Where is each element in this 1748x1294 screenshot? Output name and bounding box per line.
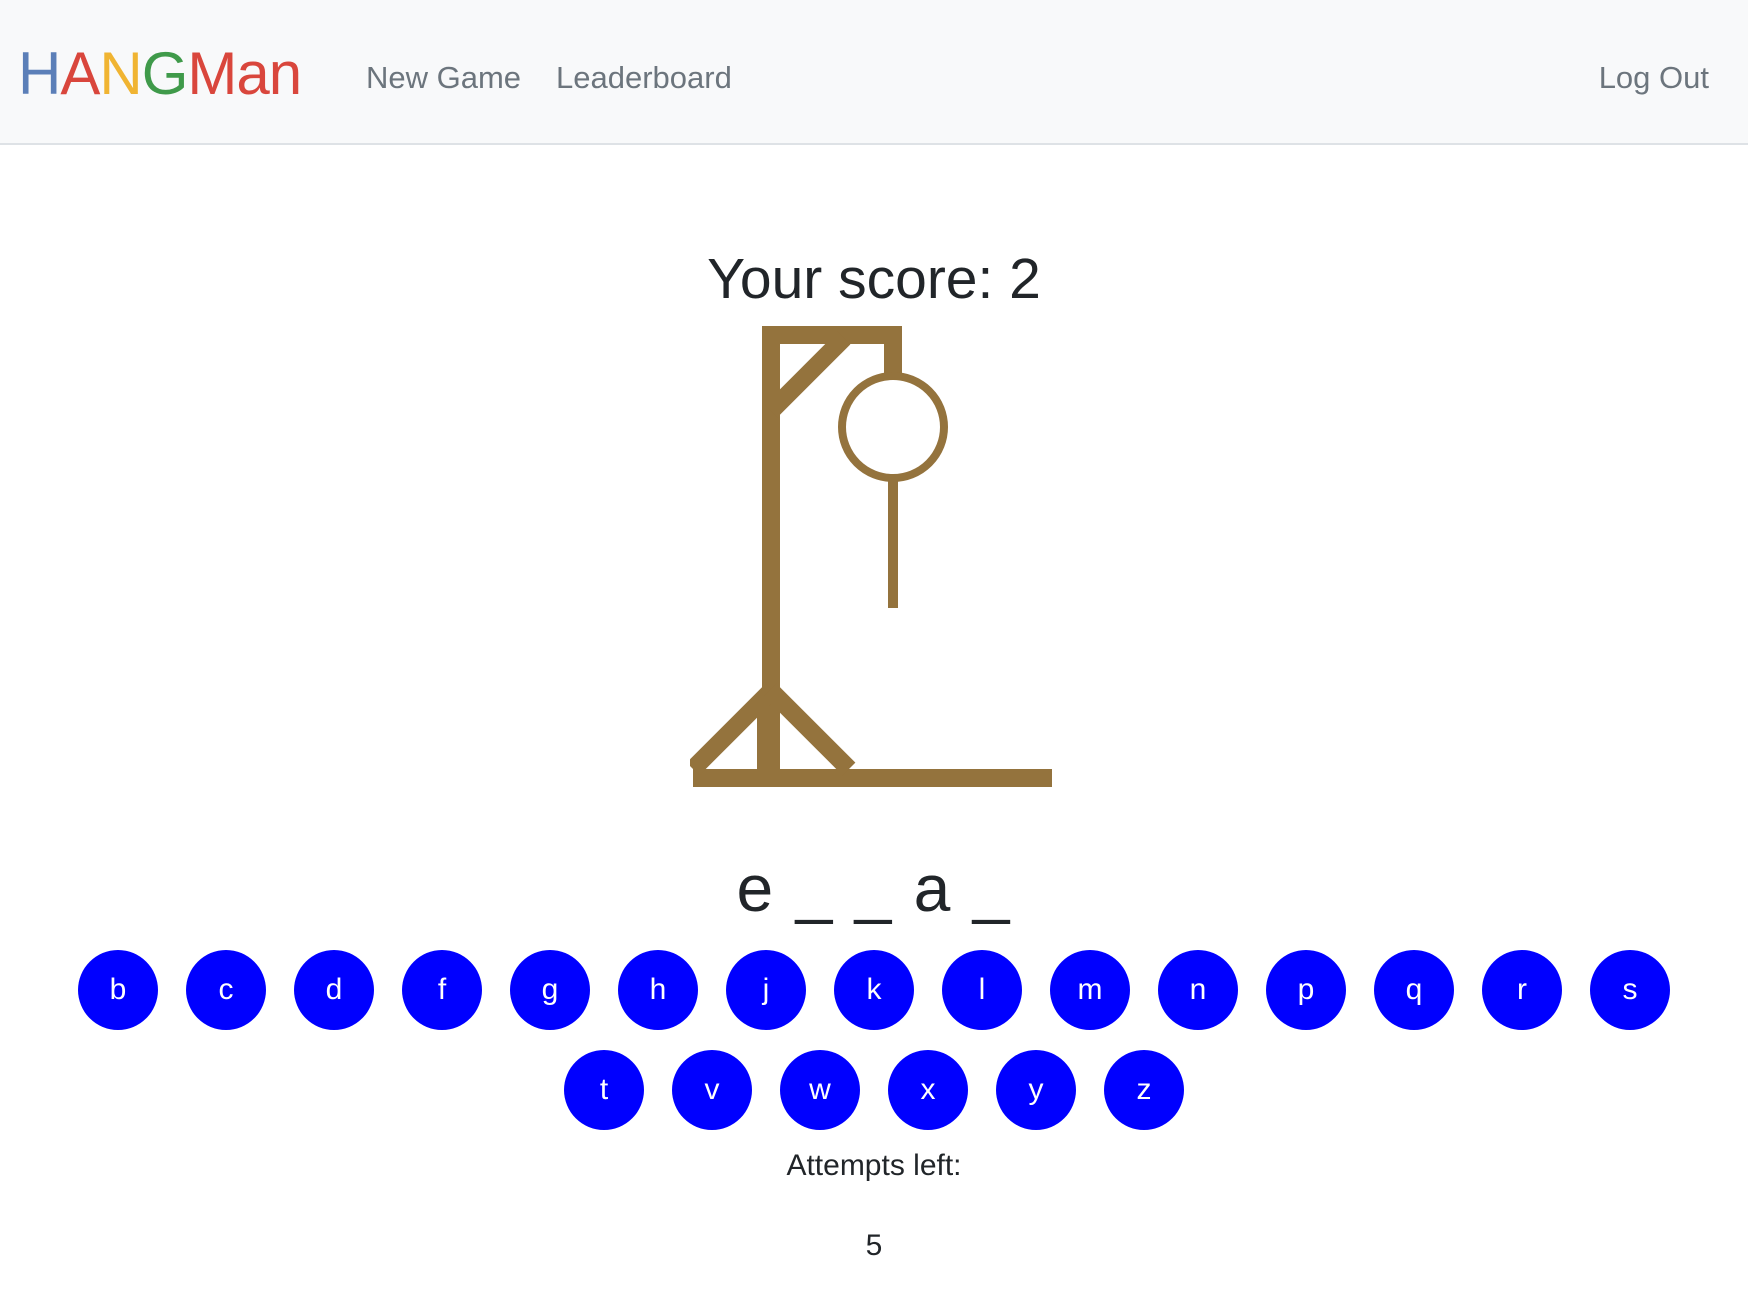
letter-button-f[interactable]: f <box>402 950 482 1030</box>
letter-button-d[interactable]: d <box>294 950 374 1030</box>
letter-button-r[interactable]: r <box>1482 950 1562 1030</box>
letter-button-z[interactable]: z <box>1104 1050 1184 1130</box>
gallows-support-right <box>763 683 856 776</box>
letter-buttons-row-1: bcdfghjklmnpqrs <box>0 950 1748 1030</box>
hangman-figure <box>838 372 948 608</box>
letter-button-h[interactable]: h <box>618 950 698 1030</box>
brand-letter: G <box>141 40 189 107</box>
word-display: e _ _ a _ <box>736 851 1012 925</box>
letter-button-s[interactable]: s <box>1590 950 1670 1030</box>
letter-button-q[interactable]: q <box>1374 950 1454 1030</box>
brand-letter: A <box>60 40 100 107</box>
hangman-head <box>838 372 948 482</box>
brand-letter: M <box>187 40 237 107</box>
letter-button-p[interactable]: p <box>1266 950 1346 1030</box>
attempts-label: Attempts left: <box>786 1149 962 1182</box>
letter-button-g[interactable]: g <box>510 950 590 1030</box>
nav-new-game[interactable]: New Game <box>366 58 521 98</box>
letter-button-v[interactable]: v <box>672 1050 752 1130</box>
nav-leaderboard[interactable]: Leaderboard <box>556 58 732 98</box>
brand-logo[interactable]: HANGMan <box>18 34 302 114</box>
letter-button-y[interactable]: y <box>996 1050 1076 1130</box>
letter-buttons-row-2: tvwxyz <box>0 1050 1748 1130</box>
letter-button-j[interactable]: j <box>726 950 806 1030</box>
gallows-frame <box>690 326 1052 787</box>
brand-letter: H <box>18 40 61 107</box>
nav-log-out[interactable]: Log Out <box>1599 58 1709 98</box>
brand-letter: a <box>236 40 269 107</box>
letter-button-c[interactable]: c <box>186 950 266 1030</box>
navbar: HANGMan New Game Leaderboard Log Out <box>0 0 1748 145</box>
letter-button-m[interactable]: m <box>1050 950 1130 1030</box>
letter-button-k[interactable]: k <box>834 950 914 1030</box>
attempts-value: 5 <box>865 1229 883 1262</box>
letter-button-n[interactable]: n <box>1158 950 1238 1030</box>
score-heading: Your score: 2 <box>707 247 1041 311</box>
letter-button-x[interactable]: x <box>888 1050 968 1130</box>
letter-button-t[interactable]: t <box>564 1050 644 1130</box>
letter-button-w[interactable]: w <box>780 1050 860 1130</box>
brand-letter: N <box>99 40 142 107</box>
brand-letter: n <box>268 40 302 107</box>
gallows-brace <box>764 331 851 418</box>
letter-button-b[interactable]: b <box>78 950 158 1030</box>
letter-button-l[interactable]: l <box>942 950 1022 1030</box>
gallows-drawing <box>690 326 1052 787</box>
